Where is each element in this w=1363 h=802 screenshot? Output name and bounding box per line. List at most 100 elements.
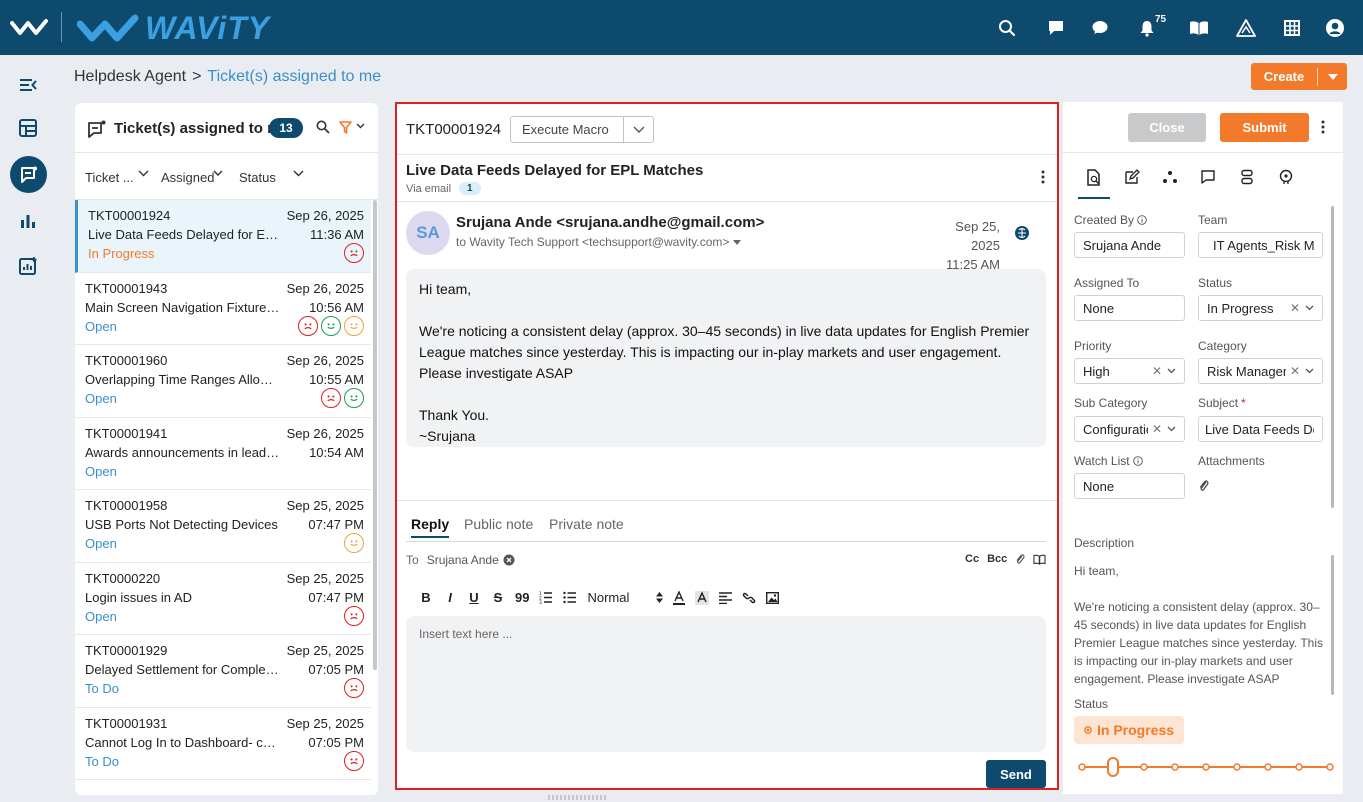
remove-recipient-icon[interactable] xyxy=(503,554,515,566)
text-style-select[interactable]: Normal xyxy=(587,590,664,605)
collapse-menu-icon[interactable] xyxy=(16,73,40,97)
ordered-list-icon[interactable]: 123 xyxy=(539,591,553,604)
priority-clear-icon[interactable]: ✕ xyxy=(1152,364,1162,378)
send-button[interactable]: Send xyxy=(986,760,1046,788)
recipient-caret-down-icon[interactable] xyxy=(733,239,742,245)
timeline-step[interactable] xyxy=(1233,763,1241,771)
bullet-list-icon[interactable] xyxy=(563,591,577,604)
ticket-row[interactable]: TKT00001941 Sep 26, 2025 Awards announceme… xyxy=(75,418,371,490)
ai-brain-icon[interactable] xyxy=(1013,224,1031,242)
bcc-button[interactable]: Bcc xyxy=(987,553,1007,565)
details-more-kebab-icon[interactable] xyxy=(1321,120,1325,134)
chat-icon[interactable] xyxy=(1089,17,1111,39)
filter-chevron-down-icon[interactable] xyxy=(356,123,365,129)
attach-paperclip-icon[interactable] xyxy=(1015,553,1025,565)
insert-image-icon[interactable] xyxy=(766,591,780,604)
subject-field[interactable]: Live Data Feeds Delayed for EPL Matches xyxy=(1198,416,1323,442)
ticket-row[interactable]: TKT00001924 Sep 26, 2025 Live Data Feeds D… xyxy=(75,200,371,273)
ticket-row[interactable]: TKT00001960 Sep 26, 2025 Overlapping Time … xyxy=(75,345,371,418)
priority-select[interactable]: High ✕ xyxy=(1074,358,1185,384)
team-field[interactable]: IT Agents_Risk Mgt. xyxy=(1198,232,1323,258)
dashboard-icon[interactable] xyxy=(16,116,40,140)
status-timeline[interactable] xyxy=(1078,755,1334,779)
book-icon[interactable] xyxy=(1188,17,1210,39)
tab-reply[interactable]: Reply xyxy=(411,516,450,538)
column-assigned[interactable]: Assigned xyxy=(161,170,214,185)
column-ticket[interactable]: Ticket ... xyxy=(85,170,134,185)
align-left-icon[interactable] xyxy=(719,591,733,604)
resize-grip[interactable] xyxy=(548,795,608,800)
app-switcher-logo-icon[interactable] xyxy=(10,17,48,37)
highlight-color-icon[interactable] xyxy=(695,590,710,605)
assigned-to-field[interactable]: None xyxy=(1074,295,1185,321)
tab-database-icon[interactable] xyxy=(1237,167,1257,187)
status-select[interactable]: In Progress ✕ xyxy=(1198,295,1323,321)
breadcrumb-current[interactable]: Ticket(s) assigned to me xyxy=(207,68,381,85)
ticket-list-scrollbar[interactable] xyxy=(373,200,377,670)
timeline-step[interactable] xyxy=(1202,763,1210,771)
reports-bar-chart-icon[interactable] xyxy=(16,209,40,233)
tab-comments-icon[interactable] xyxy=(1198,167,1218,187)
tab-edit-icon[interactable] xyxy=(1122,167,1142,187)
knowledge-book-icon[interactable] xyxy=(1033,554,1046,565)
filter-icon[interactable] xyxy=(339,121,352,134)
created-by-info-icon[interactable] xyxy=(1137,215,1147,225)
brand-logo[interactable]: WAViTY xyxy=(77,10,270,47)
sub-category-clear-icon[interactable]: ✕ xyxy=(1152,422,1162,436)
category-select[interactable]: Risk Management ✕ xyxy=(1198,358,1323,384)
recipient-line[interactable]: to Wavity Tech Support <techsupport@wavi… xyxy=(456,235,742,249)
macro-chevron-down-icon[interactable] xyxy=(624,126,653,133)
underline-button[interactable]: U xyxy=(467,590,481,605)
ticket-row[interactable]: TKT00001929 Sep 25, 2025 Delayed Settlemen… xyxy=(75,635,371,708)
timeline-step[interactable] xyxy=(1140,763,1148,771)
description-scrollbar[interactable] xyxy=(1331,555,1334,695)
tickets-nav-icon[interactable] xyxy=(10,156,47,193)
tab-ai-insights-icon[interactable] xyxy=(1276,167,1296,187)
ticket-row[interactable]: TKT0000220 Sep 25, 2025 Login issues in AD… xyxy=(75,563,371,635)
details-scrollbar[interactable] xyxy=(1331,206,1334,508)
strikethrough-button[interactable]: S xyxy=(491,590,505,605)
status-clear-icon[interactable]: ✕ xyxy=(1290,301,1300,315)
bold-button[interactable]: B xyxy=(419,590,433,605)
column-status[interactable]: Status xyxy=(239,170,276,185)
status-chevron-down-icon[interactable] xyxy=(1305,305,1314,311)
timeline-step[interactable] xyxy=(1078,763,1086,771)
user-profile-icon[interactable] xyxy=(1324,17,1346,39)
tab-relations-icon[interactable] xyxy=(1160,167,1180,187)
font-color-icon[interactable] xyxy=(673,590,686,605)
created-by-field[interactable]: Srujana Ande xyxy=(1074,232,1185,258)
reply-editor[interactable]: Insert text here ... xyxy=(406,616,1046,752)
priority-chevron-down-icon[interactable] xyxy=(1167,368,1176,374)
create-dropdown-chevron-icon[interactable] xyxy=(1318,73,1347,80)
attachments-paperclip-icon[interactable] xyxy=(1198,479,1209,492)
list-search-icon[interactable] xyxy=(316,120,330,134)
tab-details-search-doc-icon[interactable] xyxy=(1078,167,1110,199)
cc-button[interactable]: Cc xyxy=(965,553,979,565)
ticket-more-kebab-icon[interactable] xyxy=(1041,170,1045,184)
tab-public-note[interactable]: Public note xyxy=(464,516,533,532)
analytics-add-icon[interactable] xyxy=(16,254,40,278)
ticket-row[interactable]: TKT00001931 Sep 25, 2025 Cannot Log In to … xyxy=(75,708,371,780)
message-icon[interactable] xyxy=(1045,17,1067,39)
timeline-current-step[interactable] xyxy=(1107,757,1119,777)
sub-category-select[interactable]: Configuration ✕ xyxy=(1074,416,1185,442)
italic-button[interactable]: I xyxy=(443,590,457,605)
ticket-row[interactable]: TKT00001958 Sep 25, 2025 USB Ports Not Det… xyxy=(75,490,371,563)
column-status-chevron-down-icon[interactable] xyxy=(293,170,304,177)
category-clear-icon[interactable]: ✕ xyxy=(1290,364,1300,378)
close-ticket-button[interactable]: Close xyxy=(1128,113,1206,142)
ticket-row[interactable]: TKT00001943 Sep 26, 2025 Main Screen Navig… xyxy=(75,273,371,345)
timeline-step[interactable] xyxy=(1264,763,1272,771)
execute-macro-select[interactable]: Execute Macro xyxy=(510,116,654,143)
blockquote-button[interactable]: 99 xyxy=(515,590,529,605)
submit-button[interactable]: Submit xyxy=(1220,113,1309,142)
timeline-step[interactable] xyxy=(1326,763,1334,771)
insert-link-icon[interactable] xyxy=(742,592,756,604)
column-ticket-chevron-down-icon[interactable] xyxy=(138,170,149,177)
breadcrumb-root[interactable]: Helpdesk Agent xyxy=(74,68,186,85)
tab-private-note[interactable]: Private note xyxy=(549,516,624,532)
category-chevron-down-icon[interactable] xyxy=(1305,368,1314,374)
sub-category-chevron-down-icon[interactable] xyxy=(1167,426,1176,432)
timeline-step[interactable] xyxy=(1295,763,1303,771)
warning-triangle-icon[interactable] xyxy=(1235,17,1257,39)
